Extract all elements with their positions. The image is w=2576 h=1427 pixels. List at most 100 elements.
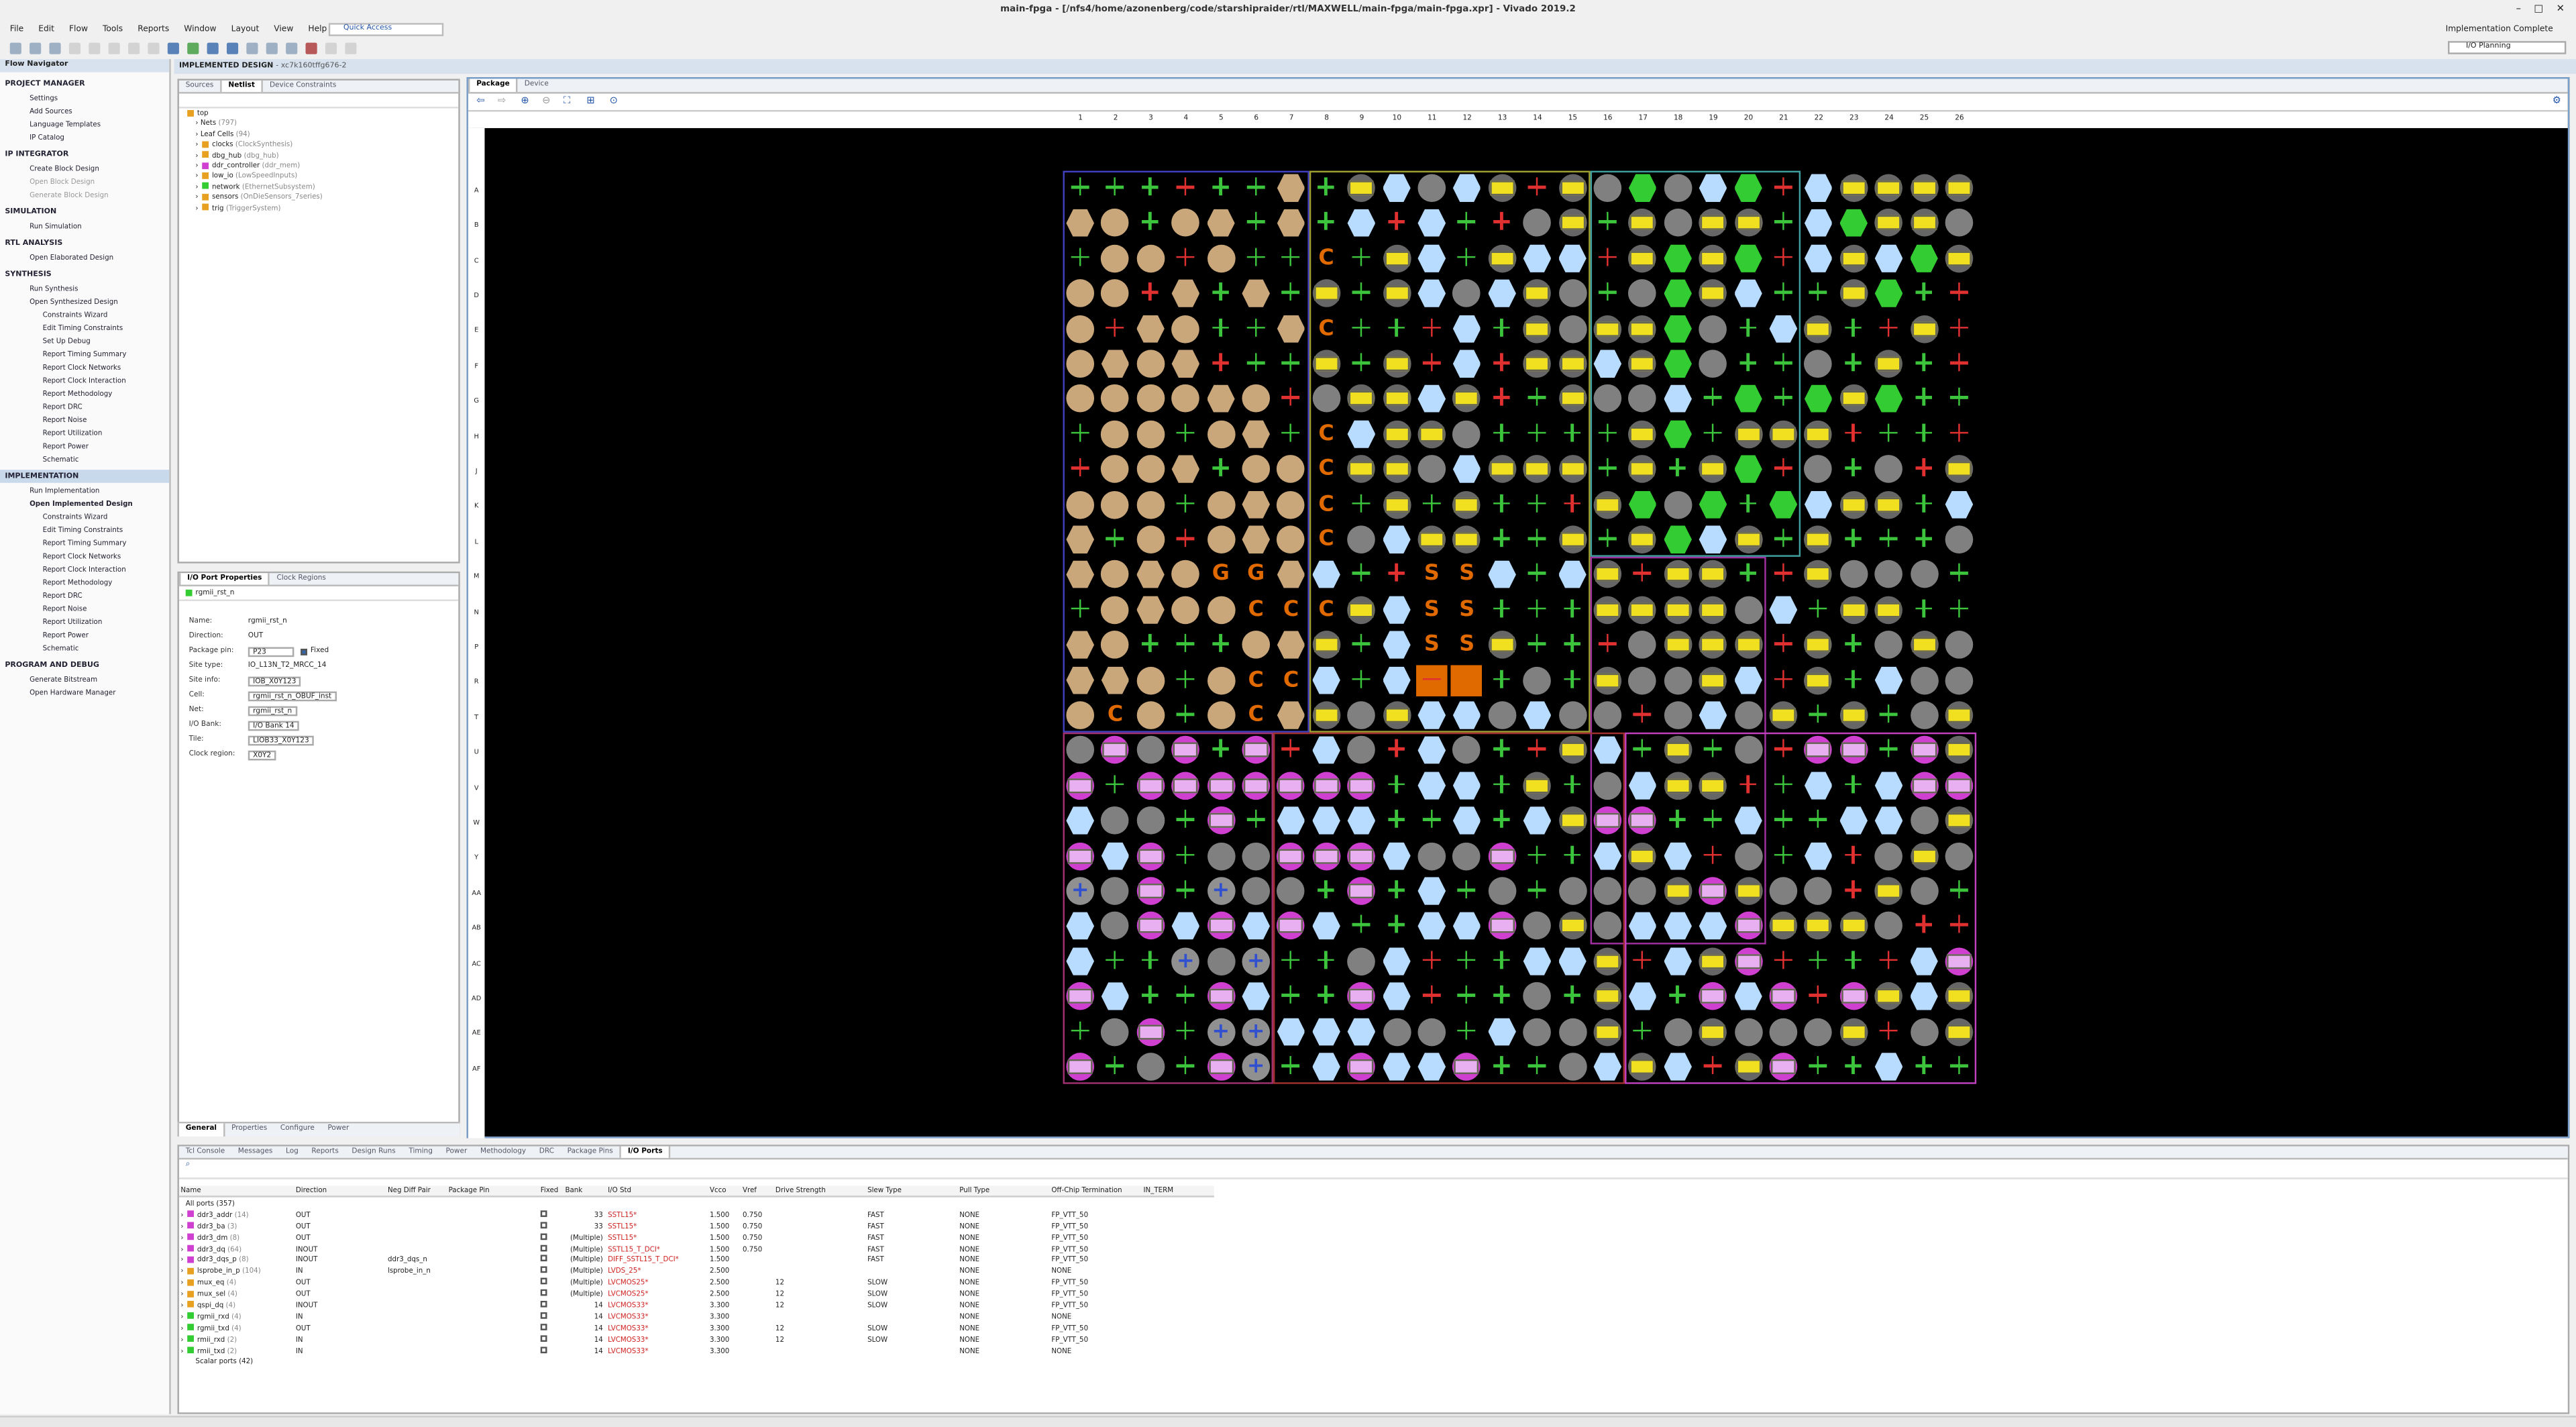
package-pin[interactable] (1098, 417, 1133, 452)
section-synthesis[interactable]: SYNTHESIS (0, 268, 169, 281)
power-pin[interactable] (1625, 944, 1660, 979)
port-pull[interactable]: NONE (958, 1244, 1050, 1252)
ground-pin[interactable] (1555, 417, 1590, 452)
ground-pin[interactable] (1766, 347, 1801, 382)
package-pin[interactable] (1203, 592, 1238, 627)
port-pull[interactable]: NONE (958, 1232, 1050, 1240)
menu-tools[interactable]: Tools (103, 25, 123, 35)
package-pin[interactable] (1872, 874, 1907, 908)
package-pin[interactable] (1625, 452, 1660, 487)
ground-pin[interactable] (1379, 311, 1414, 346)
package-pin[interactable] (1591, 382, 1625, 417)
ground-pin[interactable] (1309, 979, 1344, 1014)
fn-impl-utilization[interactable]: Report Utilization (0, 615, 169, 628)
ground-pin[interactable] (1098, 944, 1133, 979)
menu-view[interactable]: View (274, 25, 293, 35)
package-pin[interactable] (1766, 487, 1801, 522)
port-fixed[interactable] (539, 1255, 564, 1263)
fn-syn-clock-networks[interactable]: Report Clock Networks (0, 360, 169, 373)
section-ip-integrator[interactable]: IP INTEGRATOR (0, 148, 169, 161)
package-pin[interactable] (1309, 768, 1344, 803)
zoom-out-icon[interactable]: ⊖ (542, 95, 550, 107)
fn-impl-drc[interactable]: Report DRC (0, 588, 169, 601)
ground-pin[interactable] (1520, 487, 1555, 522)
package-pin[interactable] (1415, 698, 1450, 733)
clock-pin[interactable]: C (1239, 592, 1274, 627)
package-pin[interactable] (1239, 628, 1274, 663)
ground-pin[interactable] (1485, 804, 1519, 839)
tab-netlist[interactable]: Netlist (220, 80, 264, 93)
ground-pin[interactable] (1485, 592, 1519, 627)
package-pin[interactable] (1872, 241, 1907, 276)
fn-open-hardware-manager[interactable]: Open Hardware Manager (0, 685, 169, 698)
copy-icon[interactable] (108, 42, 120, 54)
package-pin[interactable] (1696, 171, 1731, 206)
package-pin[interactable] (1696, 487, 1731, 522)
package-pin[interactable] (1133, 909, 1168, 944)
port-pull[interactable]: NONE (958, 1301, 1050, 1309)
power-pin[interactable] (1766, 241, 1801, 276)
package-pin[interactable] (1801, 1014, 1836, 1049)
package-pin[interactable] (1696, 1014, 1731, 1049)
package-pin[interactable] (1942, 522, 1977, 557)
package-pin[interactable] (1591, 909, 1625, 944)
package-pin[interactable] (1415, 1014, 1450, 1049)
power-pin[interactable] (1415, 979, 1450, 1014)
section-implementation[interactable]: IMPLEMENTATION (0, 470, 170, 483)
clock-pin[interactable]: S (1415, 628, 1450, 663)
package-pin[interactable] (1098, 909, 1133, 944)
fn-impl-methodology[interactable]: Report Methodology (0, 575, 169, 588)
sum-icon[interactable] (286, 42, 298, 54)
package-pin[interactable] (1309, 628, 1344, 663)
power-pin[interactable] (1063, 452, 1098, 487)
package-pin[interactable] (1731, 628, 1766, 663)
package-pin[interactable] (1731, 909, 1766, 944)
package-pin[interactable] (1555, 382, 1590, 417)
power-pin[interactable] (1766, 452, 1801, 487)
close-design-icon[interactable] (305, 42, 317, 54)
ground-pin[interactable] (1907, 487, 1941, 522)
package-pin[interactable] (1379, 628, 1414, 663)
ground-pin[interactable] (1063, 241, 1098, 276)
port-io-std[interactable]: LVCMOS33* (606, 1312, 708, 1320)
package-pin[interactable] (1520, 698, 1555, 733)
package-pin[interactable] (1133, 698, 1168, 733)
ground-pin[interactable] (1766, 804, 1801, 839)
package-pin[interactable] (1660, 663, 1695, 698)
package-pin[interactable] (1309, 382, 1344, 417)
package-pin[interactable] (1591, 487, 1625, 522)
fn-run-simulation[interactable]: Run Simulation (0, 219, 169, 232)
package-pin[interactable] (1766, 979, 1801, 1014)
package-pin[interactable] (1379, 839, 1414, 874)
ground-pin[interactable] (1801, 944, 1836, 979)
section-program-debug[interactable]: PROGRAM AND DEBUG (0, 659, 169, 672)
package-pin[interactable] (1169, 768, 1203, 803)
package-pin[interactable] (1625, 487, 1660, 522)
package-pin[interactable] (1731, 592, 1766, 627)
package-pin[interactable] (1203, 663, 1238, 698)
column-header[interactable]: Pull Type (958, 1185, 1050, 1196)
power-pin[interactable] (1520, 171, 1555, 206)
package-pin[interactable] (1133, 592, 1168, 627)
package-pin[interactable] (1203, 487, 1238, 522)
package-pin[interactable] (1625, 311, 1660, 346)
package-pin[interactable] (1731, 733, 1766, 768)
ground-pin[interactable] (1836, 522, 1871, 557)
package-pin[interactable] (1450, 733, 1485, 768)
prop-site-info-value[interactable]: IOB_X0Y123 (248, 676, 301, 686)
ground-pin[interactable] (1203, 276, 1238, 311)
package-pin[interactable] (1274, 522, 1309, 557)
package-pin[interactable] (1907, 241, 1941, 276)
back-icon[interactable]: ⇦ (476, 95, 484, 107)
ground-pin[interactable] (1098, 768, 1133, 803)
ground-pin[interactable] (1309, 171, 1344, 206)
ground-pin[interactable] (1696, 417, 1731, 452)
tab-messages[interactable]: Messages (231, 1147, 279, 1158)
power-pin[interactable] (1766, 663, 1801, 698)
fn-ip-catalog[interactable]: IP Catalog (0, 129, 169, 143)
package-pin[interactable] (1098, 241, 1133, 276)
package-pin[interactable] (1274, 487, 1309, 522)
package-pin[interactable] (1872, 382, 1907, 417)
fn-syn-methodology[interactable]: Report Methodology (0, 386, 169, 399)
package-pin[interactable] (1203, 979, 1238, 1014)
